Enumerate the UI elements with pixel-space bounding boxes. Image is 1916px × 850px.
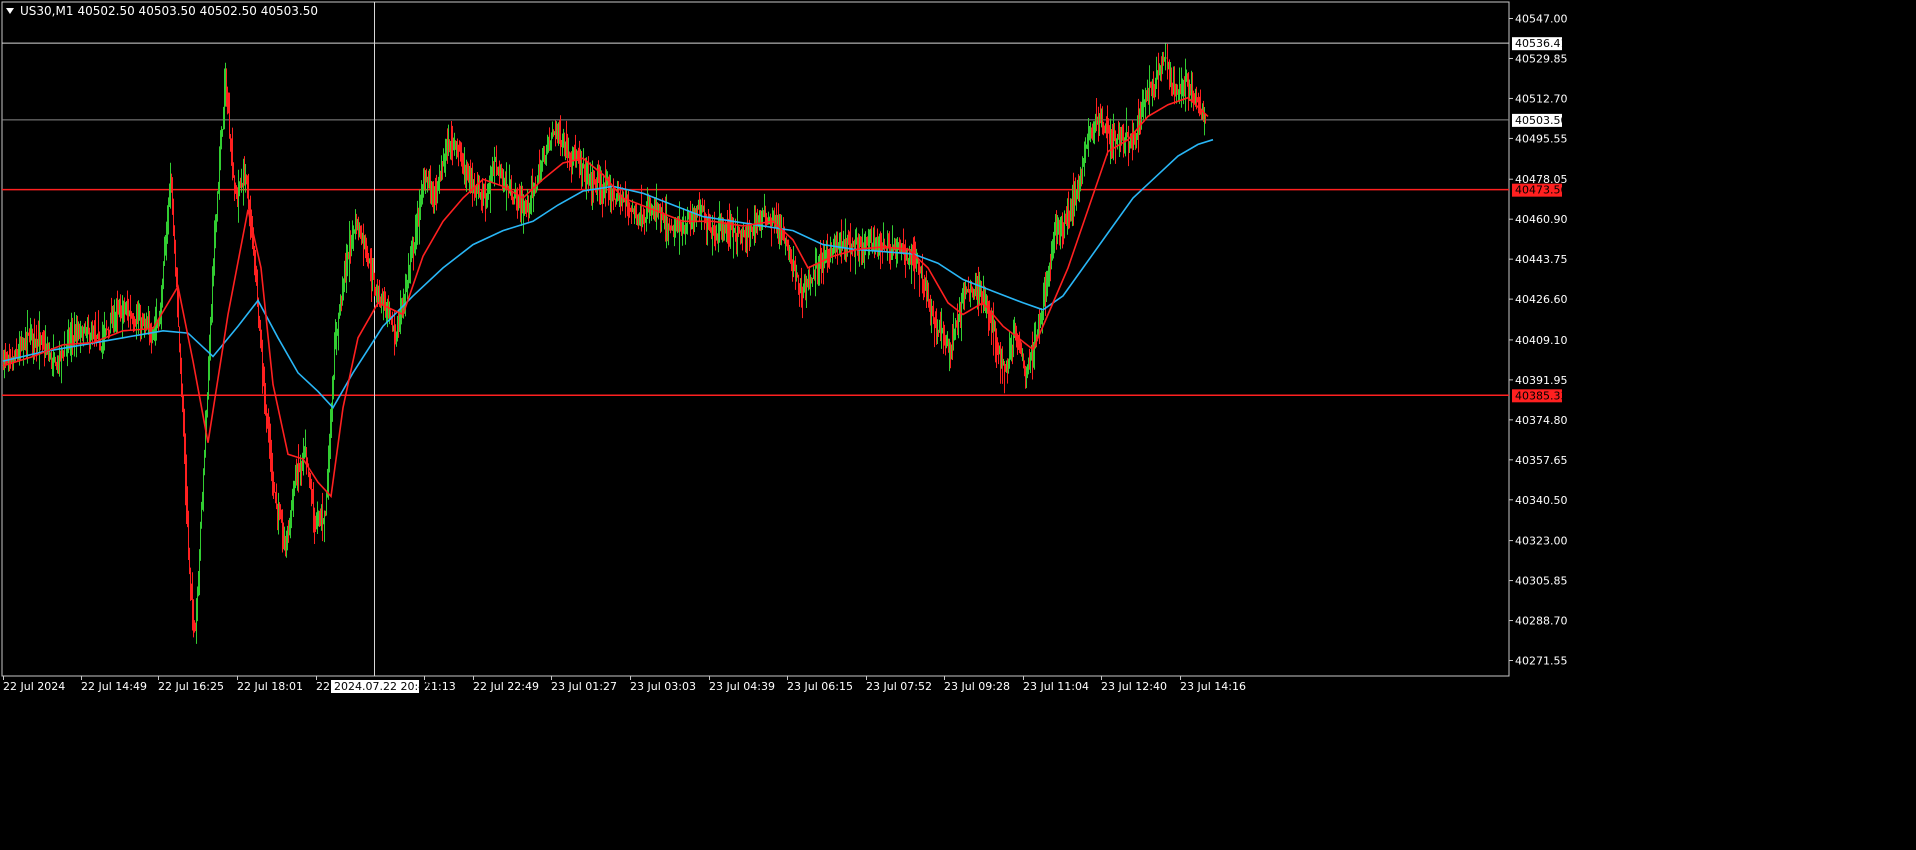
- y-tick-label: 40495.55: [1515, 132, 1568, 145]
- price-axis: 40547.0040529.8540512.7040495.5540478.05…: [1509, 13, 1568, 668]
- y-tick-label: 40305.85: [1515, 575, 1568, 588]
- chart-window[interactable]: 40547.00 40529.85 40512.70 40495.55 40478.05…: [0, 0, 1916, 850]
- x-tick-label: 22 Jul 18:01: [237, 680, 303, 693]
- y-tick-label: 40271.55: [1515, 655, 1568, 668]
- y-tick-label: 40512.70: [1515, 92, 1568, 105]
- chart-title: US30,M1 40502.50 40503.50 40502.50 40503…: [6, 4, 318, 18]
- y-tick-label: 40288.70: [1515, 615, 1568, 628]
- y-tick-label: 40357.65: [1515, 454, 1568, 467]
- price-chart[interactable]: 40547.0040529.8540512.7040495.5540478.05…: [0, 0, 1916, 850]
- y-tick-label: 40340.50: [1515, 494, 1568, 507]
- y-tick-label: 40391.95: [1515, 374, 1568, 387]
- chevron-down-icon[interactable]: [6, 8, 14, 14]
- x-tick-label: 22 Jul 14:49: [81, 680, 147, 693]
- ohlc-values: 40502.50 40503.50 40502.50 40503.50: [77, 4, 318, 18]
- symbol-label: US30,M1: [20, 4, 74, 18]
- x-tick-label: 23 Jul 04:39: [709, 680, 775, 693]
- x-tick-label: 23 Jul 07:52: [866, 680, 932, 693]
- time-axis: 22 Jul 2024 22 Jul 14:49 22 Jul 16:25 22 Ju…: [3, 676, 1246, 693]
- x-tick-label: 23 Jul 12:40: [1101, 680, 1167, 693]
- x-tick-label: 23 Jul 09:28: [944, 680, 1010, 693]
- upper-level-tag: 40473.56: [1515, 184, 1568, 197]
- x-tick-label: 22: [316, 680, 330, 693]
- lower-level-tag: 40385.33: [1515, 389, 1568, 402]
- crosshair-time-label: 2024.07.22 20:47: [334, 680, 432, 693]
- y-tick-label: 40426.60: [1515, 293, 1568, 306]
- y-tick-label: 40409.10: [1515, 334, 1568, 347]
- x-tick-label: 22 Jul 22:49: [473, 680, 539, 693]
- y-tick-label: 40323.00: [1515, 535, 1568, 548]
- y-tick-label: 40529.85: [1515, 52, 1568, 65]
- x-tick-label: 23 Jul 01:27: [551, 680, 617, 693]
- x-tick-label: 23 Jul 06:15: [787, 680, 853, 693]
- y-tick-label: 40547.00: [1515, 13, 1568, 26]
- x-tick-label: 23 Jul 03:03: [630, 680, 696, 693]
- y-tick-label: 40443.75: [1515, 253, 1568, 266]
- x-tick-label: 23 Jul 11:04: [1023, 680, 1089, 693]
- y-tick-label: 40460.90: [1515, 213, 1568, 226]
- x-tick-label: 22 Jul 2024: [3, 680, 65, 693]
- y-tick-label: 40374.80: [1515, 414, 1568, 427]
- x-tick-label: 23 Jul 14:16: [1180, 680, 1246, 693]
- current-price-tag: 40503.50: [1515, 114, 1568, 127]
- crosshair-price-tag: 40536.41: [1515, 37, 1568, 50]
- x-tick-label: 22 Jul 16:25: [158, 680, 224, 693]
